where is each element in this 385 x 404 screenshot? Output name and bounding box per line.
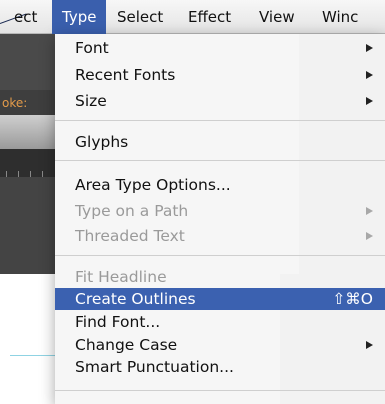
menubar-item-select[interactable]: Select xyxy=(117,0,163,34)
menu-item-label: Area Type Options... xyxy=(75,176,231,194)
menubar-item-window[interactable]: Winc xyxy=(322,0,358,34)
type-menu-dropdown: Font Recent Fonts Size Glyphs Area Type … xyxy=(55,34,385,404)
menu-item-label: Recent Fonts xyxy=(75,66,176,84)
menu-item-area-type-options[interactable]: Area Type Options... xyxy=(55,174,385,196)
submenu-arrow-icon xyxy=(366,207,373,215)
submenu-arrow-icon xyxy=(366,71,373,79)
menu-item-label: Find Font... xyxy=(75,313,161,331)
menu-item-create-outlines[interactable]: Create Outlines ⇧⌘O xyxy=(55,288,385,310)
menu-item-label: Create Outlines xyxy=(75,290,196,308)
menubar-item-effect[interactable]: Effect xyxy=(188,0,231,34)
menu-item-label: Glyphs xyxy=(75,133,129,151)
menu-separator xyxy=(55,160,385,161)
background-tab-bar xyxy=(0,115,55,149)
menu-item-label: Font xyxy=(75,39,109,57)
menu-item-type-on-a-path: Type on a Path xyxy=(55,200,385,222)
menu-item-size[interactable]: Size xyxy=(55,90,385,112)
submenu-arrow-icon xyxy=(366,341,373,349)
menu-item-fit-headline: Fit Headline xyxy=(55,266,385,288)
menu-item-threaded-text: Threaded Text xyxy=(55,225,385,247)
artboard xyxy=(0,274,55,404)
stroke-label: oke: xyxy=(2,96,28,110)
keyboard-shortcut: ⇧⌘O xyxy=(332,290,373,308)
background-canvas xyxy=(0,177,55,274)
menu-item-label: Size xyxy=(75,92,107,110)
menu-separator xyxy=(55,120,385,121)
menubar-item-view[interactable]: View xyxy=(259,0,295,34)
menubar-item-type[interactable]: Type xyxy=(52,0,107,34)
submenu-arrow-icon xyxy=(366,44,373,52)
menu-item-label: Type on a Path xyxy=(75,202,189,220)
menu-item-font[interactable]: Font xyxy=(55,37,385,59)
background-control-panel xyxy=(0,34,55,90)
guide-line xyxy=(10,355,55,356)
submenu-arrow-icon xyxy=(366,97,373,105)
menu-item-label: Smart Punctuation... xyxy=(75,358,234,376)
menu-separator xyxy=(55,390,385,391)
menu-item-label: Change Case xyxy=(75,336,178,354)
menu-item-label: Fit Headline xyxy=(75,268,167,286)
menu-item-change-case[interactable]: Change Case xyxy=(55,334,385,356)
menu-item-recent-fonts[interactable]: Recent Fonts xyxy=(55,64,385,86)
submenu-arrow-icon xyxy=(366,232,373,240)
menu-item-glyphs[interactable]: Glyphs xyxy=(55,131,385,153)
menu-separator xyxy=(55,255,385,256)
menu-item-label: Threaded Text xyxy=(75,227,185,245)
menu-bar: ect Type Select Effect View Winc xyxy=(0,0,385,34)
menu-item-smart-punctuation[interactable]: Smart Punctuation... xyxy=(55,356,385,378)
ruler xyxy=(0,149,55,177)
menubar-item-object[interactable]: ect xyxy=(14,0,37,34)
menu-item-find-font[interactable]: Find Font... xyxy=(55,311,385,333)
